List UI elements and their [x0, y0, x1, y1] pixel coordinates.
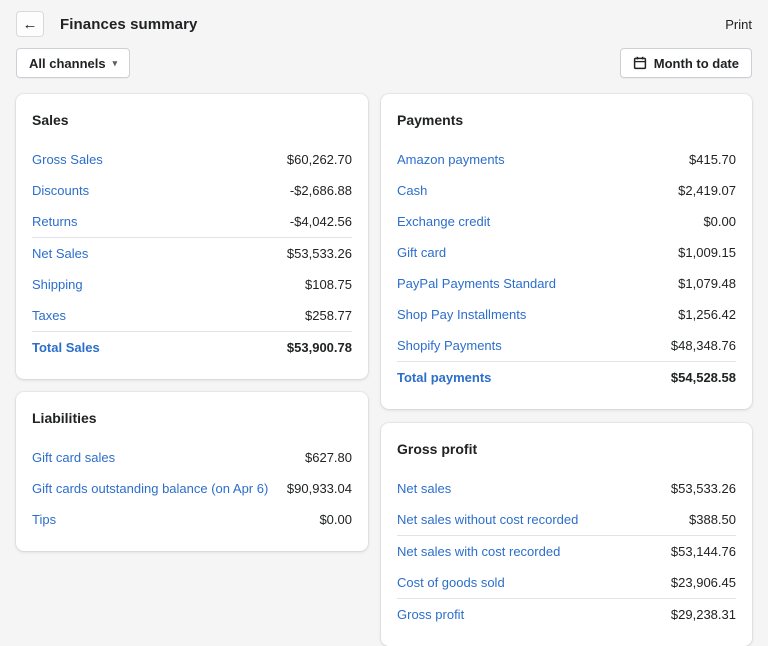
metric-value: $258.77 [305, 308, 352, 323]
card-title-sales: Sales [32, 112, 69, 128]
report-row: Discounts -$2,686.88 [32, 175, 352, 206]
page-header: ← Finances summary Print [16, 8, 752, 40]
metric-value: $1,009.15 [678, 245, 736, 260]
metric-value: $1,079.48 [678, 276, 736, 291]
metric-value: $53,533.26 [670, 481, 736, 496]
metric-value: $53,533.26 [286, 246, 352, 261]
metric-link-gift-card-sales[interactable]: Gift card sales [32, 450, 115, 465]
metric-link-net-sales-without-cost[interactable]: Net sales without cost recorded [397, 512, 578, 527]
date-range-button[interactable]: Month to date [619, 48, 752, 78]
metric-value: -$2,686.88 [289, 183, 352, 198]
report-row-total: Total payments $54,528.58 [397, 361, 736, 393]
metric-value: $90,933.04 [286, 481, 352, 496]
metric-value: $2,419.07 [678, 183, 736, 198]
report-row: Gift card sales $627.80 [32, 442, 352, 473]
metric-link-paypal[interactable]: PayPal Payments Standard [397, 276, 556, 291]
metric-value: $627.80 [305, 450, 352, 465]
metric-link-gross-profit[interactable]: Gross profit [397, 607, 464, 622]
report-row: Gift cards outstanding balance (on Apr 6… [32, 473, 352, 504]
metric-value: $0.00 [703, 214, 736, 229]
liabilities-card: Liabilities Gift card sales $627.80 Gift… [16, 392, 368, 551]
report-row: Net sales with cost recorded $53,144.76 [397, 535, 736, 567]
metric-value: $53,144.76 [670, 544, 736, 559]
report-row: Amazon payments $415.70 [397, 144, 736, 175]
report-row: Returns -$4,042.56 [32, 206, 352, 237]
metric-value: $108.75 [305, 277, 352, 292]
metric-link-total-payments[interactable]: Total payments [397, 370, 491, 385]
metric-link-gift-cards-outstanding[interactable]: Gift cards outstanding balance (on Apr 6… [32, 481, 268, 496]
report-row: Gift card $1,009.15 [397, 237, 736, 268]
metric-link-gift-card[interactable]: Gift card [397, 245, 446, 260]
date-range-label: Month to date [653, 55, 739, 71]
print-button[interactable]: Print [725, 17, 752, 32]
back-button[interactable]: ← [16, 11, 44, 37]
report-row: Gross profit $29,238.31 [397, 598, 736, 630]
finances-summary-page: ← Finances summary Print All channels ▾ … [0, 0, 768, 646]
report-row-total: Total Sales $53,900.78 [32, 331, 352, 363]
back-arrow-icon: ← [22, 15, 38, 33]
report-row: Net Sales $53,533.26 [32, 237, 352, 269]
report-row: Cash $2,419.07 [397, 175, 736, 206]
metric-value: $1,256.42 [678, 307, 736, 322]
metric-link-taxes[interactable]: Taxes [32, 308, 66, 323]
calendar-icon [633, 56, 647, 70]
report-row: Taxes $258.77 [32, 300, 352, 331]
metric-link-shopify-payments[interactable]: Shopify Payments [397, 338, 502, 353]
sales-card: Sales Gross Sales $60,262.70 Discounts -… [16, 94, 368, 379]
metric-link-cash[interactable]: Cash [397, 183, 427, 198]
metric-value: $29,238.31 [670, 607, 736, 622]
card-title-payments: Payments [397, 112, 464, 128]
report-row: Net sales without cost recorded $388.50 [397, 504, 736, 535]
metric-value: -$4,042.56 [289, 214, 352, 229]
channel-filter-button[interactable]: All channels ▾ [16, 48, 131, 78]
metric-link-shipping[interactable]: Shipping [32, 277, 83, 292]
card-title-gross-profit: Gross profit [397, 441, 478, 457]
report-row: Cost of goods sold $23,906.45 [397, 567, 736, 598]
metric-value: $60,262.70 [286, 152, 352, 167]
metric-link-discounts[interactable]: Discounts [32, 183, 89, 198]
gross-profit-card: Gross profit Net sales $53,533.26 Net sa… [381, 423, 752, 646]
metric-value: $54,528.58 [670, 370, 736, 385]
metric-value: $23,906.45 [670, 575, 736, 590]
report-row: Shopify Payments $48,348.76 [397, 330, 736, 361]
metric-value: $415.70 [689, 152, 736, 167]
toolbar: All channels ▾ Month to date [16, 48, 752, 78]
report-row: Shop Pay Installments $1,256.42 [397, 299, 736, 330]
report-row: Tips $0.00 [32, 504, 352, 535]
metric-link-gross-sales[interactable]: Gross Sales [32, 152, 103, 167]
channel-filter-label: All channels [29, 55, 106, 71]
card-title-liabilities: Liabilities [32, 410, 97, 426]
report-cards: Sales Gross Sales $60,262.70 Discounts -… [16, 94, 752, 646]
metric-value: $0.00 [319, 512, 352, 527]
metric-link-returns[interactable]: Returns [32, 214, 78, 229]
report-row: PayPal Payments Standard $1,079.48 [397, 268, 736, 299]
right-column: Payments Amazon payments $415.70 Cash $2… [381, 94, 752, 646]
metric-value: $53,900.78 [286, 340, 352, 355]
metric-link-tips[interactable]: Tips [32, 512, 56, 527]
report-row: Gross Sales $60,262.70 [32, 144, 352, 175]
page-title: Finances summary [60, 15, 198, 33]
metric-link-amazon-payments[interactable]: Amazon payments [397, 152, 505, 167]
chevron-down-icon: ▾ [112, 58, 118, 68]
metric-link-cost-of-goods-sold[interactable]: Cost of goods sold [397, 575, 505, 590]
metric-link-shop-pay-installments[interactable]: Shop Pay Installments [397, 307, 526, 322]
payments-card: Payments Amazon payments $415.70 Cash $2… [381, 94, 752, 409]
metric-value: $388.50 [689, 512, 736, 527]
left-column: Sales Gross Sales $60,262.70 Discounts -… [16, 94, 368, 551]
metric-link-net-sales-with-cost[interactable]: Net sales with cost recorded [397, 544, 560, 559]
metric-link-net-sales-gp[interactable]: Net sales [397, 481, 451, 496]
metric-link-total-sales[interactable]: Total Sales [32, 340, 100, 355]
report-row: Shipping $108.75 [32, 269, 352, 300]
report-row: Exchange credit $0.00 [397, 206, 736, 237]
metric-value: $48,348.76 [670, 338, 736, 353]
metric-link-exchange-credit[interactable]: Exchange credit [397, 214, 490, 229]
report-row: Net sales $53,533.26 [397, 473, 736, 504]
metric-link-net-sales[interactable]: Net Sales [32, 246, 88, 261]
